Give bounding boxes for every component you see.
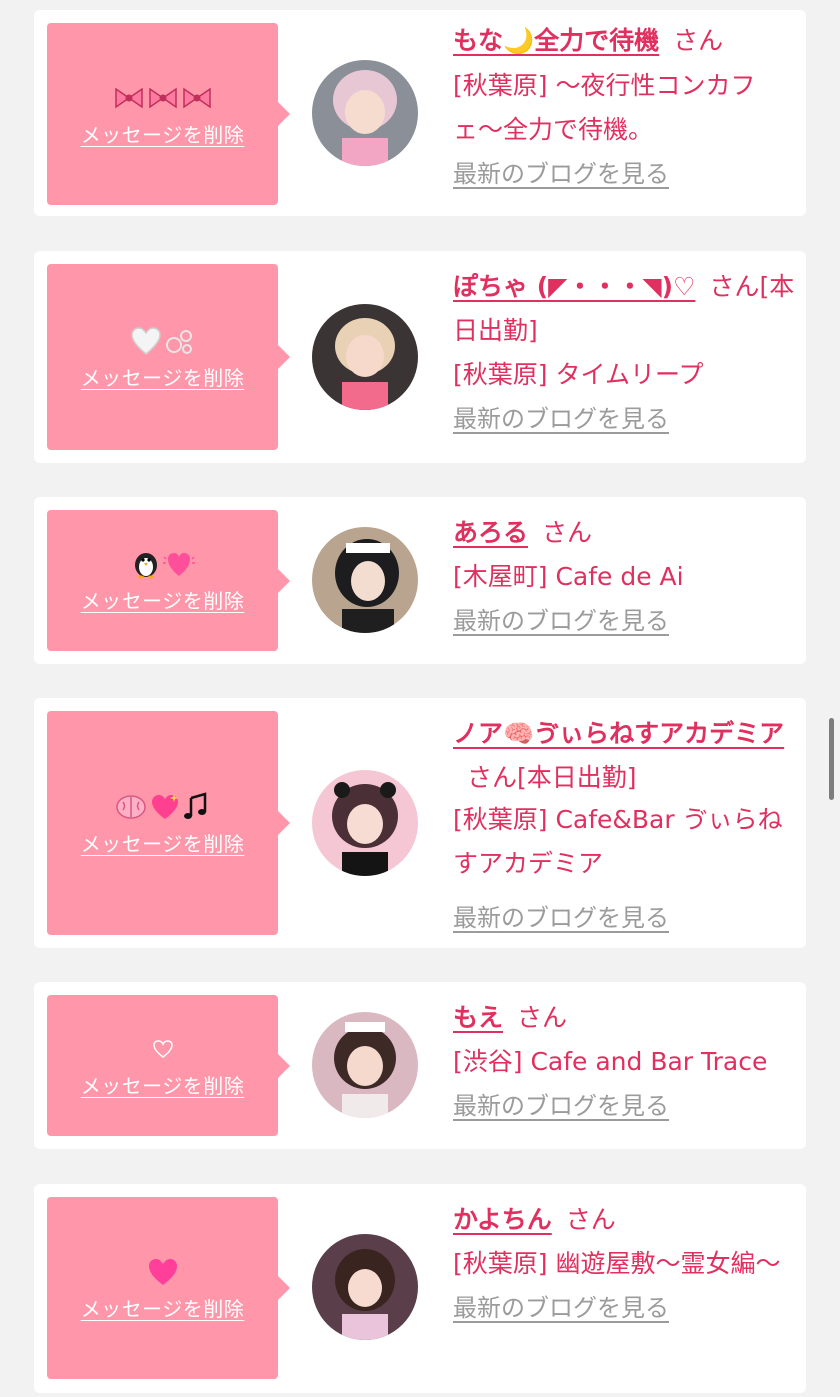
cast-name-link[interactable]: もえ — [453, 1003, 503, 1032]
latest-blog-link[interactable]: 最新のブログを見る — [453, 397, 669, 441]
message-emoji — [131, 547, 195, 581]
latest-blog-link[interactable]: 最新のブログを見る — [453, 1084, 669, 1128]
brain-icon — [115, 794, 146, 819]
cast-name-link[interactable]: ぽちゃ (◤・・・◥)♡ — [453, 272, 695, 301]
name-line: あろる さん — [453, 511, 796, 555]
outline-heart-icon — [152, 1040, 173, 1058]
name-line: もえ さん — [453, 996, 796, 1040]
shop-text: [木屋町] Cafe de Ai — [453, 562, 684, 591]
cast-info: あろる さん [木屋町] Cafe de Ai 最新のブログを見る — [453, 511, 796, 643]
shop-text: [秋葉原] タイムリープ — [453, 360, 704, 389]
attendance-status: [本日出勤] — [517, 763, 637, 792]
message-bubble: メッセージを削除 — [47, 1197, 290, 1379]
avatar[interactable] — [312, 60, 418, 166]
scrollbar[interactable] — [829, 718, 834, 800]
sparkling-heart-icon — [151, 793, 178, 819]
message-card: メッセージを削除 かよちん さん [秋葉原] 幽遊屋敷〜霊女編〜 最新のブログを見… — [34, 1184, 806, 1393]
message-bubble: メッセージを削除 — [47, 23, 290, 205]
cast-info: ぽちゃ (◤・・・◥)♡ さん[本日出勤] [秋葉原] タイムリープ 最新のブログ… — [453, 265, 796, 441]
name-line: ぽちゃ (◤・・・◥)♡ さん[本日出勤] — [453, 265, 796, 353]
name-line: もな🌙全力で待機 さん — [453, 24, 796, 58]
honorific: さん — [673, 26, 724, 55]
cast-name-link[interactable]: もな🌙全力で待機 — [453, 26, 659, 55]
cast-info: もな🌙全力で待機 さん [秋葉原] 〜夜行性コンカフェ〜全力で待機。 最新のブログ… — [453, 24, 796, 196]
message-emoji — [113, 81, 213, 115]
name-line: ノア🧠ゔぃらねすアカデミアさん[本日出勤] — [453, 712, 796, 800]
message-emoji — [130, 324, 196, 358]
honorific: さん — [565, 1205, 616, 1234]
latest-blog-link[interactable]: 最新のブログを見る — [453, 152, 669, 196]
avatar[interactable] — [312, 527, 418, 633]
avatar[interactable] — [312, 1234, 418, 1340]
shop-text: [秋葉原] 幽遊屋敷〜霊女編〜 — [453, 1249, 781, 1278]
beating-heart-icon — [162, 553, 195, 576]
delete-message-link[interactable]: メッセージを削除 — [81, 119, 245, 148]
message-card: メッセージを削除 もな🌙全力で待機 さん [秋葉原] 〜夜行性コンカフェ〜全力で待… — [34, 10, 806, 216]
delete-message-link[interactable]: メッセージを削除 — [81, 585, 245, 614]
honorific: さん — [517, 1003, 568, 1032]
white-heart-icon — [130, 326, 161, 355]
cast-info: もえ さん [渋谷] Cafe and Bar Trace 最新のブログを見る — [453, 996, 796, 1128]
message-bubble: メッセージを削除 — [47, 995, 290, 1136]
message-emoji — [152, 1032, 174, 1066]
message-emoji — [146, 1255, 180, 1289]
avatar[interactable] — [312, 304, 418, 410]
cast-name-link[interactable]: ノア🧠ゔぃらねすアカデミア — [453, 719, 784, 748]
message-card: メッセージを削除 ノア🧠ゔぃらねすアカデミアさん[本日出勤] [秋葉原] Caf… — [34, 698, 806, 948]
cast-name-link[interactable]: あろる — [453, 518, 528, 547]
honorific: さん — [709, 272, 760, 301]
latest-blog-link[interactable]: 最新のブログを見る — [453, 599, 669, 643]
name-line: かよちん さん — [453, 1198, 796, 1242]
pink-heart-icon — [148, 1258, 177, 1285]
shop-text: [渋谷] Cafe and Bar Trace — [453, 1047, 768, 1076]
message-card: メッセージを削除 もえ さん [渋谷] Cafe and Bar Trace 最新… — [34, 982, 806, 1149]
honorific: さん — [542, 518, 593, 547]
latest-blog-link[interactable]: 最新のブログを見る — [453, 1286, 669, 1330]
shop-text: [秋葉原] 〜夜行性コンカフェ〜全力で待機。 — [453, 71, 756, 144]
ribbon-icon — [114, 87, 143, 108]
message-card: メッセージを削除 あろる さん [木屋町] Cafe de Ai 最新のブログを見… — [34, 497, 806, 664]
delete-message-link[interactable]: メッセージを削除 — [81, 1293, 245, 1322]
delete-message-link[interactable]: メッセージを削除 — [81, 1070, 245, 1099]
message-card: メッセージを削除 ぽちゃ (◤・・・◥)♡ さん[本日出勤] [秋葉原] タイムリ… — [34, 251, 806, 463]
ribbon-icon — [148, 87, 177, 108]
latest-blog-link[interactable]: 最新のブログを見る — [453, 896, 669, 940]
cast-info: かよちん さん [秋葉原] 幽遊屋敷〜霊女編〜 最新のブログを見る — [453, 1198, 796, 1330]
penguin-icon — [134, 553, 157, 579]
ribbon-icon — [182, 87, 211, 108]
delete-message-link[interactable]: メッセージを削除 — [81, 362, 245, 391]
message-bubble: メッセージを削除 — [47, 510, 290, 651]
message-bubble: メッセージを削除 — [47, 264, 290, 450]
bubbles-icon — [165, 329, 192, 354]
delete-message-link[interactable]: メッセージを削除 — [81, 828, 245, 857]
shop-text: [秋葉原] Cafe&Bar ゔぃらねすアカデミア — [453, 805, 783, 878]
avatar[interactable] — [312, 770, 418, 876]
message-bubble: メッセージを削除 — [47, 711, 290, 935]
music-notes-icon — [183, 791, 206, 819]
cast-info: ノア🧠ゔぃらねすアカデミアさん[本日出勤] [秋葉原] Cafe&Bar ゔぃら… — [453, 712, 796, 940]
avatar[interactable] — [312, 1012, 418, 1118]
message-emoji — [115, 790, 211, 824]
honorific: さん — [467, 763, 518, 792]
cast-name-link[interactable]: かよちん — [453, 1205, 552, 1234]
